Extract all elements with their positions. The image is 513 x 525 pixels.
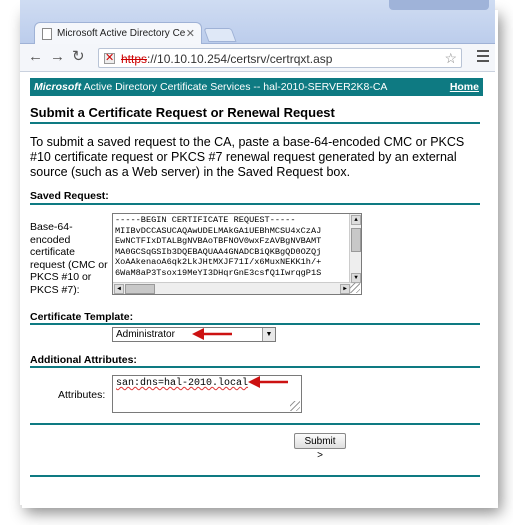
back-arrow-icon[interactable]: ← — [28, 49, 43, 65]
saved-request-line: XoAAkenaoA6qk2LkJHtMXJF71I/x6MuxNEKK1h/+ — [115, 257, 322, 268]
url-path: ://10.10.10.254/certsrv/certrqxt.asp — [147, 52, 333, 66]
divider — [30, 475, 480, 477]
template-selected-value: Administrator — [116, 329, 175, 340]
divider — [30, 323, 480, 325]
banner-text: Active Directory Certificate Services --… — [81, 81, 388, 93]
forward-arrow-icon[interactable]: → — [50, 49, 65, 65]
scroll-down-icon[interactable]: ▼ — [351, 273, 361, 283]
new-tab-button[interactable] — [203, 28, 237, 42]
bookmark-star-icon[interactable]: ☆ — [444, 50, 457, 67]
submit-button[interactable]: Submit > — [294, 433, 346, 461]
browser-window: Microsoft Active Directory Ce ✕ ← → ↻ ht… — [20, 0, 495, 505]
browser-tab[interactable]: Microsoft Active Directory Ce ✕ — [34, 22, 202, 44]
page-icon — [42, 28, 52, 40]
attributes-text: san:dns=hal-2010.local — [116, 378, 249, 389]
template-heading: Certificate Template: — [30, 311, 134, 323]
scroll-thumb[interactable] — [351, 228, 361, 252]
divider — [30, 122, 480, 124]
menu-icon[interactable] — [477, 50, 489, 64]
saved-request-label: Base-64-encoded certificate request (CMC… — [30, 221, 108, 296]
annotation-arrow-icon — [192, 328, 232, 340]
divider — [30, 423, 480, 425]
url-scheme: https — [121, 52, 148, 66]
scroll-left-icon[interactable]: ◀ — [114, 284, 124, 294]
vertical-scrollbar[interactable]: ▲ ▼ — [349, 214, 361, 284]
home-link[interactable]: Home — [450, 81, 479, 93]
reload-icon[interactable]: ↻ — [72, 49, 85, 65]
page-content: Microsoft Active Directory Certificate S… — [20, 73, 495, 505]
saved-request-line: EwNCTFIxDTALBgNVBAoTBFNOV0wxFzAVBgNVBAMT — [115, 236, 322, 247]
divider — [30, 366, 480, 368]
attributes-heading: Additional Attributes: — [30, 354, 137, 366]
tab-title: Microsoft Active Directory Ce — [57, 28, 186, 39]
scroll-thumb[interactable] — [125, 284, 155, 294]
saved-request-text: -----BEGIN CERTIFICATE REQUEST----- MIIBv… — [115, 215, 347, 279]
saved-request-line: MA0GCSqGSIb3DQEBAQUAA4GNADCBiQKBgQD0OZQj — [115, 246, 322, 257]
intro-text: To submit a saved request to the CA, pas… — [30, 135, 465, 179]
resize-grip-icon[interactable] — [350, 283, 360, 293]
horizontal-scrollbar[interactable]: ◀ ▶ — [113, 282, 351, 294]
browser-toolbar: ← → ↻ https://10.10.10.254/certsrv/certr… — [20, 44, 495, 72]
header-banner: Microsoft Active Directory Certificate S… — [30, 78, 483, 96]
saved-request-line: MIIBvDCCASUCAQAwUDELMAkGA1UEBhMCSU4xCzAJ — [115, 225, 322, 236]
page-title: Submit a Certificate Request or Renewal … — [30, 105, 335, 120]
insecure-lock-icon[interactable] — [104, 51, 115, 64]
scroll-right-icon[interactable]: ▶ — [340, 284, 350, 294]
scroll-up-icon[interactable]: ▲ — [351, 215, 361, 225]
annotation-arrow-icon — [248, 376, 288, 388]
banner-brand: Microsoft — [34, 81, 82, 93]
chevron-down-icon[interactable]: ▼ — [262, 328, 275, 341]
close-tab-icon[interactable]: ✕ — [186, 27, 195, 40]
resize-grip-icon[interactable] — [290, 401, 300, 411]
saved-request-heading: Saved Request: — [30, 190, 109, 202]
saved-request-line: 6WaM8aP3Tsox19MeYI3DHqrGnE3csfQ1IwrqgP1S — [115, 267, 322, 278]
address-bar[interactable]: https://10.10.10.254/certsrv/certrqxt.as… — [98, 48, 462, 68]
divider — [30, 203, 480, 205]
saved-request-textarea[interactable]: -----BEGIN CERTIFICATE REQUEST----- MIIBv… — [112, 213, 362, 295]
attributes-label: Attributes: — [58, 389, 106, 401]
window-controls[interactable] — [389, 0, 489, 10]
saved-request-line: -----BEGIN CERTIFICATE REQUEST----- — [115, 215, 296, 225]
tab-strip: Microsoft Active Directory Ce ✕ — [20, 0, 495, 44]
